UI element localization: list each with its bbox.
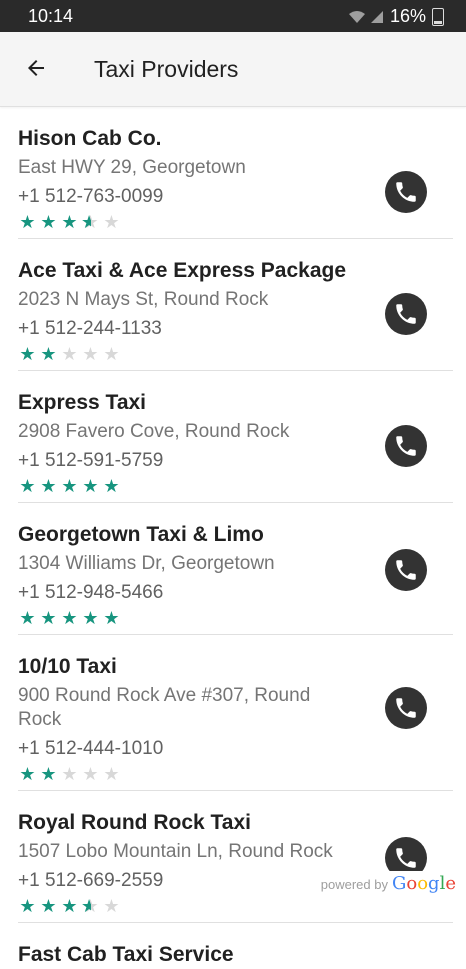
phone-icon <box>396 436 416 456</box>
rating-stars: ★ ★ ★ ★ ★ <box>18 608 453 634</box>
provider-list: Hison Cab Co. East HWY 29, Georgetown +1 5… <box>0 107 466 969</box>
cell-signal-icon <box>370 10 383 23</box>
call-button[interactable] <box>385 549 427 591</box>
google-logo: Google <box>391 873 456 894</box>
star-icon: ★ <box>40 896 57 916</box>
star-icon: ★ <box>40 476 57 496</box>
phone-icon <box>396 848 416 868</box>
provider-list-item[interactable]: Fast Cab Taxi Service <box>18 923 453 969</box>
phone-icon <box>396 698 416 718</box>
provider-list-item[interactable]: Royal Round Rock Taxi 1507 Lobo Mountain … <box>18 791 453 923</box>
provider-name: Express Taxi <box>18 391 147 414</box>
back-button[interactable] <box>16 48 56 88</box>
provider-list-item[interactable]: 10/10 Taxi 900 Round Rock Ave #307, Round… <box>18 635 453 791</box>
call-button[interactable] <box>385 293 427 335</box>
provider-name: Fast Cab Taxi Service <box>18 943 234 966</box>
page-title: Taxi Providers <box>94 56 239 82</box>
star-icon: ★ <box>40 344 57 364</box>
rating-stars: ★ ★ ★ ★ ★ <box>18 344 453 370</box>
provider-name: Georgetown Taxi & Limo <box>18 523 264 546</box>
call-button[interactable] <box>385 171 427 213</box>
provider-address: 900 Round Rock Ave #307, Round Rock <box>18 685 311 730</box>
star-icon: ★ <box>103 476 120 496</box>
star-icon: ★ <box>40 608 57 628</box>
rating-stars: ★ ★ ★ ★ ★ <box>18 476 453 502</box>
wifi-icon <box>348 10 365 23</box>
star-icon: ★ <box>61 344 78 364</box>
provider-name: Royal Round Rock Taxi <box>18 811 251 834</box>
star-icon: ★ <box>61 476 78 496</box>
star-icon: ★ <box>81 212 100 232</box>
status-bar: 10:14 16% <box>0 0 466 32</box>
provider-name: Ace Taxi & Ace Express Package <box>18 259 347 282</box>
star-icon: ★ <box>61 212 78 232</box>
star-icon: ★ <box>19 896 36 916</box>
star-icon: ★ <box>82 476 99 496</box>
star-icon: ★ <box>103 212 120 232</box>
rating-stars: ★ ★ ★ ★ ★ <box>18 212 453 238</box>
provider-list-item[interactable]: Hison Cab Co. East HWY 29, Georgetown +1 5… <box>18 107 453 239</box>
provider-name: Hison Cab Co. <box>18 127 162 150</box>
star-icon: ★ <box>40 764 57 784</box>
signal-icons <box>348 10 384 24</box>
provider-list-item[interactable]: Georgetown Taxi & Limo 1304 Williams Dr, … <box>18 503 453 635</box>
phone-icon <box>396 182 416 202</box>
battery-icon <box>432 7 444 26</box>
star-icon: ★ <box>19 344 36 364</box>
powered-by-google: powered by Google <box>316 871 460 896</box>
star-icon: ★ <box>61 764 78 784</box>
provider-list-item[interactable]: Ace Taxi & Ace Express Package 2023 N May… <box>18 239 453 371</box>
provider-address: 1304 Williams Dr, Georgetown <box>18 553 275 574</box>
star-icon: ★ <box>61 896 78 916</box>
phone-icon <box>396 304 416 324</box>
status-time: 10:14 <box>28 6 74 26</box>
star-icon: ★ <box>103 764 120 784</box>
provider-address: East HWY 29, Georgetown <box>18 157 246 178</box>
star-icon: ★ <box>19 476 36 496</box>
call-button[interactable] <box>385 425 427 467</box>
star-icon: ★ <box>82 764 99 784</box>
battery-percentage: 16% <box>389 6 426 26</box>
star-icon: ★ <box>81 896 100 916</box>
provider-address: 2908 Favero Cove, Round Rock <box>18 421 290 442</box>
provider-name: 10/10 Taxi <box>18 655 117 678</box>
star-icon: ★ <box>19 212 36 232</box>
star-icon: ★ <box>103 344 120 364</box>
star-icon: ★ <box>19 608 36 628</box>
arrow-left-icon <box>28 60 44 76</box>
status-indicators: 16% <box>348 6 444 27</box>
provider-address: 2023 N Mays St, Round Rock <box>18 289 269 310</box>
phone-icon <box>396 560 416 580</box>
provider-phone[interactable]: +1 512-444-1010 <box>18 737 453 761</box>
app-bar: Taxi Providers <box>0 32 466 107</box>
provider-phone[interactable]: +1 512-948-5466 <box>18 581 453 605</box>
call-button[interactable] <box>385 687 427 729</box>
powered-by-label: powered by <box>320 877 388 892</box>
star-icon: ★ <box>82 608 99 628</box>
provider-address: 1507 Lobo Mountain Ln, Round Rock <box>18 841 333 862</box>
star-icon: ★ <box>103 608 120 628</box>
rating-stars: ★ ★ ★ ★ ★ <box>18 764 453 790</box>
star-icon: ★ <box>40 212 57 232</box>
star-icon: ★ <box>19 764 36 784</box>
star-icon: ★ <box>82 344 99 364</box>
provider-list-item[interactable]: Express Taxi 2908 Favero Cove, Round Rock… <box>18 371 453 503</box>
star-icon: ★ <box>103 896 120 916</box>
star-icon: ★ <box>61 608 78 628</box>
